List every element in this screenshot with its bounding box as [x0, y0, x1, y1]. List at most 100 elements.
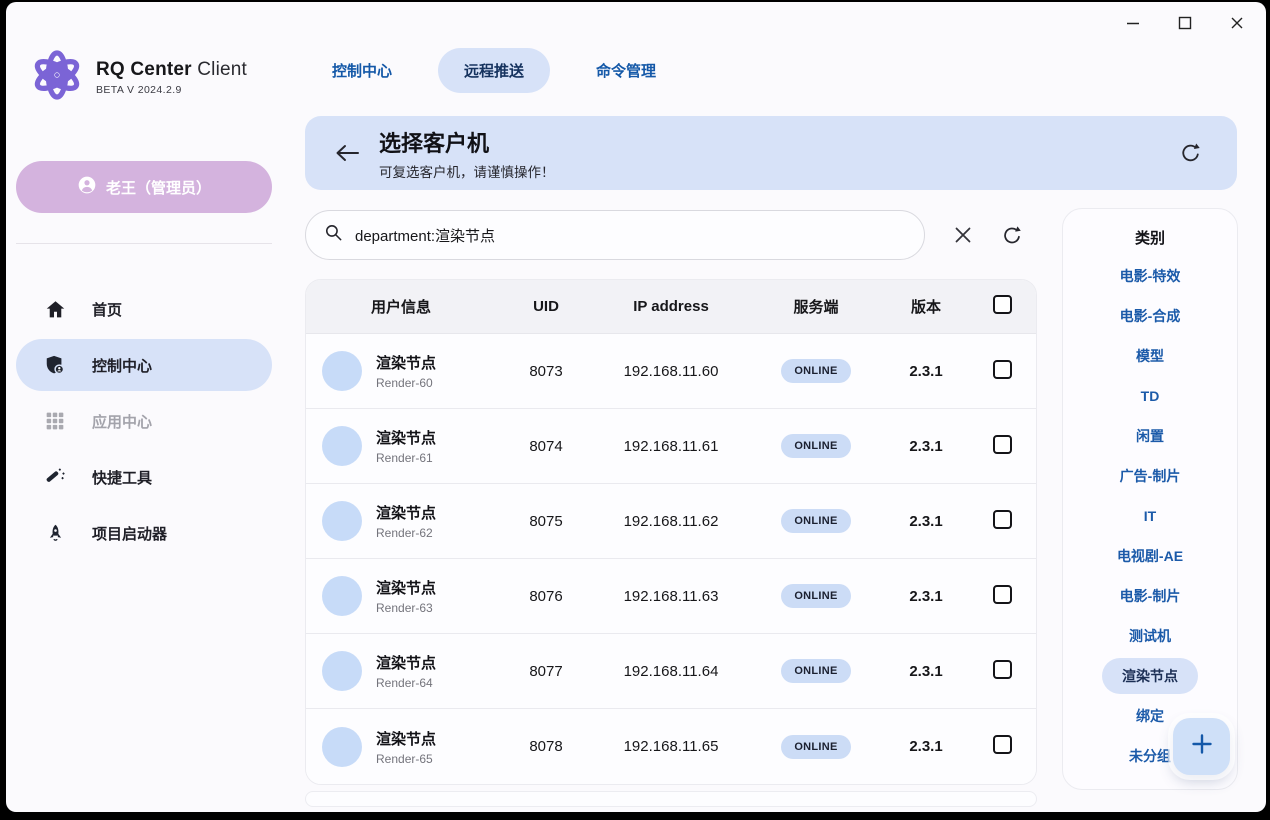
sidebar-nav: 首页 控制中心 — [16, 283, 272, 559]
category-item[interactable]: 模型 — [1063, 336, 1237, 376]
sidebar-item-label: 首页 — [92, 299, 122, 320]
next-card-peek — [305, 791, 1037, 807]
table-row: 渲染节点 Render-62 8075 192.168.11.62 ONLINE… — [306, 484, 1036, 559]
client-name: 渲染节点 — [376, 652, 436, 673]
search-box[interactable] — [305, 210, 925, 260]
refresh-icon[interactable] — [1173, 136, 1207, 170]
category-label: 渲染节点 — [1102, 658, 1198, 694]
client-avatar — [322, 501, 362, 541]
row-checkbox[interactable] — [993, 435, 1012, 454]
client-avatar — [322, 651, 362, 691]
category-item[interactable]: 渲染节点 — [1063, 656, 1237, 696]
row-checkbox[interactable] — [993, 360, 1012, 379]
table-row: 渲染节点 Render-64 8077 192.168.11.64 ONLINE… — [306, 634, 1036, 709]
category-item[interactable]: IT — [1063, 496, 1237, 536]
category-item[interactable]: 广告-制片 — [1063, 456, 1237, 496]
row-checkbox[interactable] — [993, 585, 1012, 604]
client-uid: 8074 — [496, 438, 596, 455]
category-label: TD — [1121, 380, 1180, 412]
client-hostname: Render-62 — [376, 526, 436, 540]
client-avatar — [322, 576, 362, 616]
plus-icon — [1190, 732, 1214, 761]
sidebar-item-home[interactable]: 首页 — [16, 283, 272, 335]
column-user-info: 用户信息 — [306, 296, 496, 317]
category-label: 广告-制片 — [1100, 458, 1201, 494]
client-hostname: Render-60 — [376, 376, 436, 390]
close-button[interactable] — [1226, 12, 1248, 34]
rocket-icon — [44, 522, 66, 544]
category-item[interactable]: 电影-制片 — [1063, 576, 1237, 616]
client-uid: 8078 — [496, 738, 596, 755]
client-uid: 8073 — [496, 363, 596, 380]
search-refresh-icon[interactable] — [995, 219, 1027, 251]
sidebar-item-quick-tools[interactable]: 快捷工具 — [16, 451, 272, 503]
back-button[interactable] — [329, 135, 365, 171]
category-label: 模型 — [1116, 338, 1184, 374]
client-ip: 192.168.11.60 — [596, 363, 746, 380]
client-ip: 192.168.11.64 — [596, 663, 746, 680]
select-all-checkbox[interactable] — [993, 295, 1012, 314]
tab-control-center[interactable]: 控制中心 — [324, 48, 400, 93]
tab-remote-push[interactable]: 远程推送 — [438, 48, 550, 93]
sidebar-item-control-center[interactable]: 控制中心 — [16, 339, 272, 391]
category-item[interactable]: 测试机 — [1063, 616, 1237, 656]
table-row: 渲染节点 Render-65 8078 192.168.11.65 ONLINE… — [306, 709, 1036, 784]
add-category-button[interactable] — [1173, 718, 1230, 775]
grid-icon — [44, 410, 66, 432]
tab-command-management[interactable]: 命令管理 — [588, 48, 664, 93]
status-badge: ONLINE — [781, 735, 850, 759]
app-window: RQ Center Client BETA V 2024.2.9 老王（管理员）… — [6, 2, 1266, 812]
category-item[interactable]: 电视剧-AE — [1063, 536, 1237, 576]
atom-logo-icon — [28, 46, 86, 109]
category-label: 电影-制片 — [1100, 578, 1201, 614]
page-subtitle: 可复选客户机，请谨慎操作！ — [379, 161, 555, 181]
category-label: 电视剧-AE — [1097, 538, 1203, 574]
user-badge[interactable]: 老王（管理员） — [16, 161, 272, 213]
client-avatar — [322, 426, 362, 466]
row-checkbox[interactable] — [993, 660, 1012, 679]
client-version: 2.3.1 — [886, 513, 966, 530]
category-item[interactable]: 闲置 — [1063, 416, 1237, 456]
client-version: 2.3.1 — [886, 438, 966, 455]
sidebar-divider — [16, 243, 272, 244]
client-name: 渲染节点 — [376, 728, 436, 749]
client-uid: 8075 — [496, 513, 596, 530]
client-avatar — [322, 727, 362, 767]
search-input[interactable] — [355, 227, 906, 244]
user-icon — [77, 175, 97, 199]
column-uid: UID — [496, 298, 596, 315]
category-label: 电影-合成 — [1100, 298, 1201, 334]
column-ip: IP address — [596, 298, 746, 315]
client-name: 渲染节点 — [376, 427, 436, 448]
top-tabs: 控制中心 远程推送 命令管理 — [324, 46, 664, 94]
client-uid: 8076 — [496, 588, 596, 605]
status-badge: ONLINE — [781, 659, 850, 683]
category-label: 电影-特效 — [1100, 258, 1201, 294]
sidebar-item-project-launcher[interactable]: 项目启动器 — [16, 507, 272, 559]
client-ip: 192.168.11.65 — [596, 738, 746, 755]
clear-search-icon[interactable] — [947, 219, 979, 251]
client-hostname: Render-61 — [376, 451, 436, 465]
app-logo: RQ Center Client BETA V 2024.2.9 — [28, 46, 247, 109]
sidebar-item-label: 控制中心 — [92, 355, 152, 376]
page-title: 选择客户机 — [379, 126, 555, 158]
search-icon — [324, 223, 343, 247]
sidebar: RQ Center Client BETA V 2024.2.9 老王（管理员）… — [6, 2, 298, 812]
sidebar-item-label: 应用中心 — [92, 411, 152, 432]
column-server: 服务端 — [746, 296, 886, 317]
category-item[interactable]: 电影-特效 — [1063, 256, 1237, 296]
status-badge: ONLINE — [781, 434, 850, 458]
client-hostname: Render-65 — [376, 752, 436, 766]
maximize-button[interactable] — [1174, 12, 1196, 34]
category-item[interactable]: TD — [1063, 376, 1237, 416]
column-version: 版本 — [886, 296, 966, 317]
sidebar-item-label: 项目启动器 — [92, 523, 167, 544]
status-badge: ONLINE — [781, 359, 850, 383]
client-hostname: Render-64 — [376, 676, 436, 690]
row-checkbox[interactable] — [993, 735, 1012, 754]
row-checkbox[interactable] — [993, 510, 1012, 529]
client-ip: 192.168.11.62 — [596, 513, 746, 530]
category-item[interactable]: 电影-合成 — [1063, 296, 1237, 336]
table-row: 渲染节点 Render-60 8073 192.168.11.60 ONLINE… — [306, 334, 1036, 409]
minimize-button[interactable] — [1122, 12, 1144, 34]
